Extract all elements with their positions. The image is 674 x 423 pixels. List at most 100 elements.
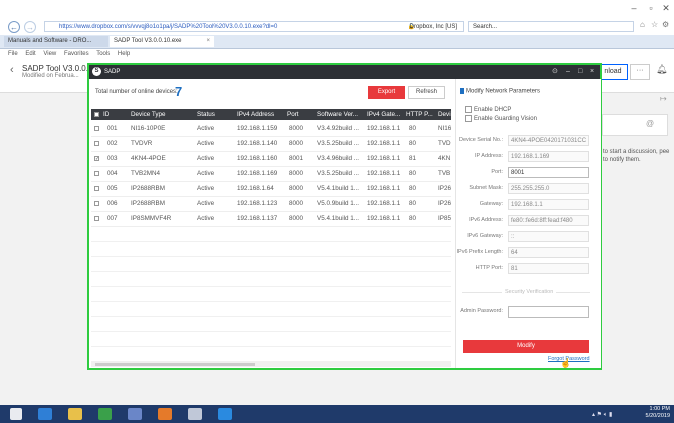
tab-sadp[interactable]: SADP Tool V3.0.0.10.exe × <box>110 36 214 47</box>
app-icon[interactable] <box>188 408 202 420</box>
chrome-icon[interactable] <box>158 408 172 420</box>
table-row[interactable]: 002 TVDVR Active 192.168.1.140 8000 V3.5.25bu… <box>91 136 451 152</box>
title-marker <box>460 88 464 94</box>
row-checkbox[interactable]: ✓ <box>94 156 99 162</box>
cursor-icon: ☝ <box>560 358 572 368</box>
row-checkbox[interactable] <box>94 216 99 221</box>
field-input[interactable]: 192.168.1.169 <box>508 151 589 162</box>
more-button[interactable]: ··· <box>630 64 650 80</box>
tab-manuals[interactable]: Manuals and Software - DRO... <box>4 36 108 47</box>
url-text: https://www.dropbox.com/s/vvvqj8o1o1pa/j… <box>59 24 278 30</box>
chevron-left-icon[interactable]: ‹ <box>10 64 14 76</box>
search-input[interactable]: Search... <box>468 21 634 32</box>
explorer-icon[interactable] <box>68 408 82 420</box>
row-checkbox[interactable] <box>94 201 99 206</box>
table-row[interactable]: 001 NI16-10P0E Active 192.168.1.159 8000 V3.4… <box>91 121 451 137</box>
settings-icon[interactable]: ⊙ <box>552 66 558 77</box>
field-input[interactable]: 81 <box>508 263 589 274</box>
row-checkbox[interactable] <box>94 186 99 191</box>
sadp-close-icon[interactable]: × <box>590 66 594 77</box>
modify-button[interactable]: Modify <box>463 340 589 353</box>
cell-status: Active <box>197 170 215 177</box>
skype-icon[interactable] <box>128 408 142 420</box>
enable-dhcp-option[interactable]: Enable DHCP <box>465 106 511 113</box>
export-button[interactable]: Export <box>368 86 405 99</box>
field-label: IPv6 Gateway: <box>467 233 503 239</box>
row-checkbox[interactable] <box>94 126 99 131</box>
tab-label: SADP Tool V3.0.0.10.exe <box>114 38 182 44</box>
star-icon[interactable]: ☆ <box>651 20 658 29</box>
download-button[interactable]: nload <box>598 64 628 80</box>
table-row[interactable]: ✓ 003 4KN4-4POE Active 192.168.1.160 8001 V3.4… <box>91 151 451 167</box>
excel-icon[interactable] <box>98 408 112 420</box>
field-input[interactable]: :: <box>508 231 589 242</box>
forward-icon[interactable]: → <box>24 21 36 33</box>
ie-icon[interactable] <box>38 408 52 420</box>
security-verification-label: Security Verification <box>502 289 557 295</box>
scrollbar-thumb[interactable] <box>95 363 255 366</box>
row-checkbox[interactable] <box>94 141 99 146</box>
tab-close-icon[interactable]: × <box>206 36 210 47</box>
panel-title: Modify Network Parameters <box>460 88 540 95</box>
guarding-checkbox[interactable] <box>465 115 472 122</box>
back-icon[interactable]: ← <box>8 21 20 33</box>
sadp-logo-icon: S <box>92 67 101 76</box>
col-gateway[interactable]: IPv4 Gate... <box>367 109 405 120</box>
address-bar[interactable]: https://www.dropbox.com/s/vvvqj8o1o1pa/j… <box>44 21 464 32</box>
col-id[interactable]: ID <box>103 109 127 120</box>
cell-id: 003 <box>107 155 118 162</box>
sadp-maximize-icon[interactable]: □ <box>578 66 582 77</box>
field-input[interactable]: fe80::fe6d:8ff:fead:f480 <box>508 215 589 226</box>
field-input[interactable]: 8001 <box>508 167 589 178</box>
select-all-checkbox[interactable] <box>94 112 99 117</box>
menu-favorites[interactable]: Favorites <box>64 51 89 57</box>
menu-view[interactable]: View <box>43 51 56 57</box>
field-input[interactable]: 64 <box>508 247 589 258</box>
bell-icon[interactable]: 🔔︎ <box>656 64 667 75</box>
menu-edit[interactable]: Edit <box>25 51 35 57</box>
cell-ver: V5.4.1build 1... <box>317 215 360 222</box>
admin-password-input[interactable] <box>508 306 589 318</box>
clock-date: 5/20/2019 <box>645 413 670 419</box>
field-input[interactable]: 255.255.255.0 <box>508 183 589 194</box>
comment-box[interactable] <box>602 114 668 136</box>
start-icon[interactable] <box>10 408 22 420</box>
gear-icon[interactable]: ⚙ <box>662 20 669 29</box>
minimize-icon[interactable]: – <box>628 3 640 13</box>
field-label: HTTP Port: <box>475 265 503 271</box>
maximize-icon[interactable]: ▫ <box>645 3 657 13</box>
table-row[interactable]: 007 IP8SMMVF4R Active 192.168.1.137 8000 V5.4… <box>91 211 451 227</box>
cell-gw: 192.168.1.1 <box>367 155 401 162</box>
field-input[interactable]: 4KN4-4POE0420171031CC <box>508 135 589 146</box>
system-tray[interactable]: ▴ ⚑ 🔈︎ ▮ <box>592 411 612 419</box>
address-row: ← → https://www.dropbox.com/s/vvvqj8o1o1… <box>0 20 674 34</box>
menu-tools[interactable]: Tools <box>96 51 110 57</box>
dhcp-checkbox[interactable] <box>465 106 472 113</box>
col-ipv4[interactable]: IPv4 Address <box>237 109 287 120</box>
dhcp-label: Enable DHCP <box>474 107 512 114</box>
refresh-button[interactable]: Refresh <box>408 86 445 99</box>
close-icon[interactable]: ✕ <box>660 3 672 13</box>
cell-status: Active <box>197 125 215 132</box>
row-checkbox[interactable] <box>94 171 99 176</box>
mention-icon[interactable]: @ <box>646 119 654 128</box>
table-row[interactable]: 005 IP2688RBM Active 192.168.1.64 8000 V5.4.1… <box>91 181 451 197</box>
col-http[interactable]: HTTP P... <box>406 109 436 120</box>
col-device[interactable]: Devi <box>438 109 451 120</box>
col-port[interactable]: Port <box>287 109 313 120</box>
table-row[interactable]: 004 TVB2MN4 Active 192.168.1.169 8000 V3.5.25… <box>91 166 451 182</box>
expand-icon[interactable]: ↦ <box>660 94 667 103</box>
menu-file[interactable]: File <box>8 51 18 57</box>
home-icon[interactable]: ⌂ <box>640 20 645 29</box>
empty-row <box>91 241 451 257</box>
table-row[interactable]: 006 IP2688RBM Active 192.168.1.123 8000 V5.0.… <box>91 196 451 212</box>
col-software[interactable]: Software Ver... <box>317 109 365 120</box>
col-device-type[interactable]: Device Type <box>131 109 193 120</box>
sadp-minimize-icon[interactable]: – <box>566 66 570 77</box>
ie-active-icon[interactable] <box>218 408 232 420</box>
menu-help[interactable]: Help <box>118 51 130 57</box>
col-status[interactable]: Status <box>197 109 235 120</box>
enable-guarding-option[interactable]: Enable Guarding Vision <box>465 115 537 122</box>
field-input[interactable]: 192.168.1.1 <box>508 199 589 210</box>
clock[interactable]: 1:00 PM 5/20/2019 <box>642 406 670 420</box>
